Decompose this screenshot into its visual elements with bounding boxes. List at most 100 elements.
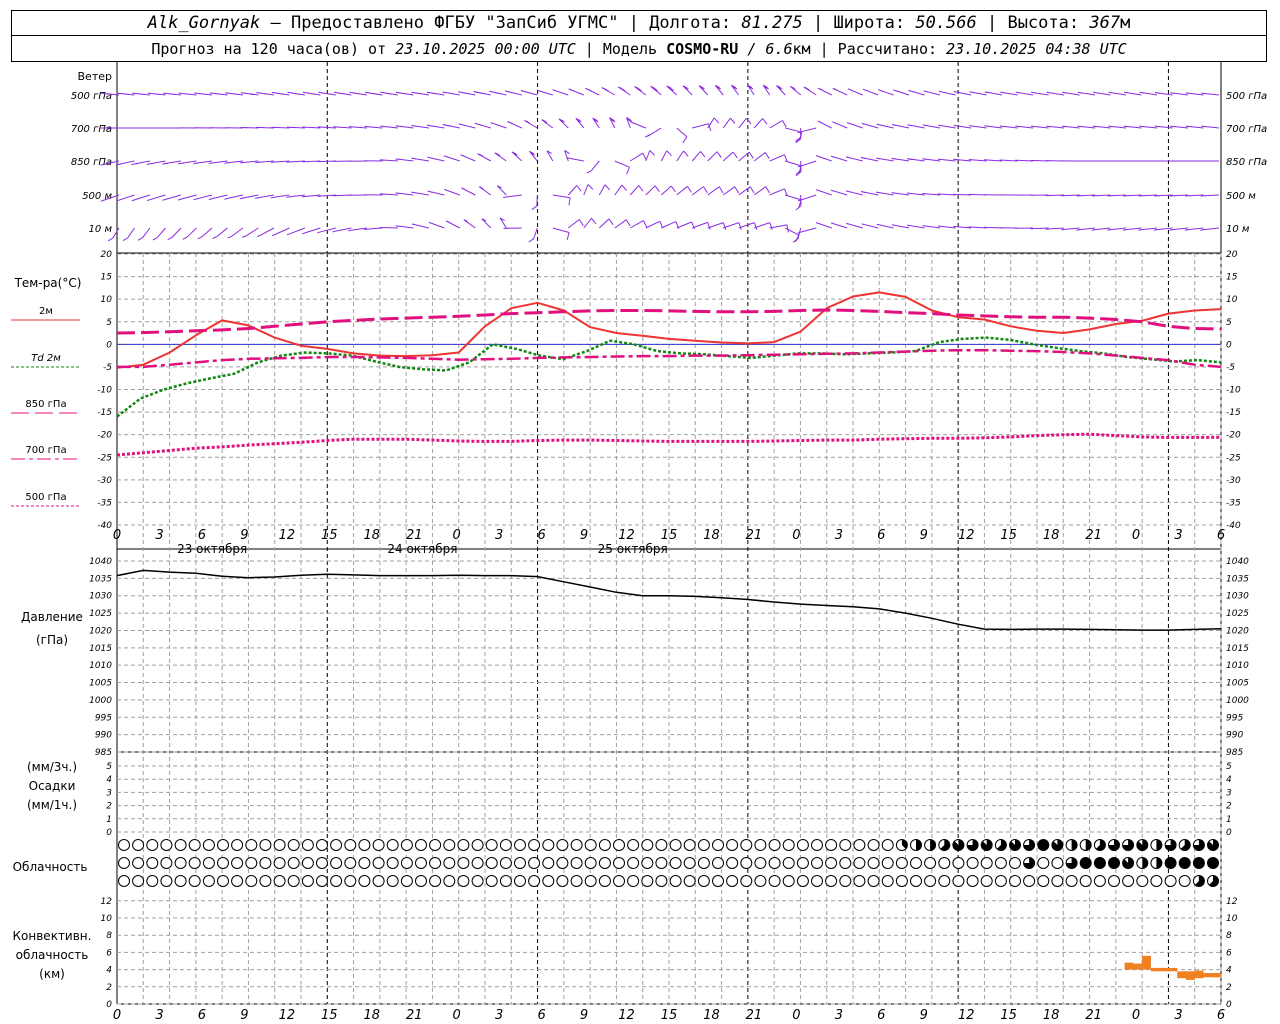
wind-barb — [1123, 91, 1142, 96]
cloud-cover-symbol — [867, 857, 880, 869]
wind-barb — [507, 121, 523, 129]
wind-barb — [242, 227, 259, 238]
conv-tick-label-right: 8 — [1226, 931, 1232, 941]
cloud-circle — [499, 875, 512, 887]
cloud-cover-symbol — [839, 857, 852, 869]
cloud-cover-symbol — [1150, 857, 1163, 869]
cloud-fill — [1037, 839, 1049, 851]
wind-barb — [302, 91, 321, 96]
temp-series-line — [116, 336, 1222, 418]
cloud-cover-symbol — [669, 857, 682, 869]
wind-barb — [629, 185, 644, 196]
wind-barb — [363, 160, 383, 162]
pressure-tick-label: 1025 — [89, 609, 112, 619]
cloud-circle — [613, 857, 625, 869]
wind-barb — [1108, 125, 1127, 129]
cloud-circle — [485, 857, 498, 869]
wind-barb — [815, 155, 832, 162]
cloud-circle — [570, 857, 583, 869]
cloud-circle — [966, 857, 979, 869]
wind-barb — [660, 185, 676, 196]
cloud-circle — [429, 857, 442, 869]
wind-barb — [411, 91, 429, 96]
cloud-cover-symbol — [881, 839, 894, 851]
wind-barb — [753, 186, 771, 196]
cloud-circle — [1023, 875, 1036, 887]
cloud-circle — [938, 857, 951, 869]
cloud-circle — [895, 857, 908, 869]
cloud-cover-symbol — [1150, 875, 1163, 887]
cloud-circle — [358, 839, 371, 851]
hour-tick-label: 3 — [495, 528, 503, 543]
cloud-cover-symbol — [443, 875, 456, 887]
cloud-circle — [952, 875, 965, 887]
wind-barb — [908, 89, 925, 96]
wind-barb — [617, 86, 631, 96]
cloud-circle — [1051, 875, 1064, 887]
hour-tick-label-bottom: 15 — [1000, 1008, 1017, 1023]
cloud-cover-symbol — [146, 857, 159, 869]
cloud-cover-symbol — [1023, 875, 1036, 887]
cloud-cover-symbol — [471, 839, 484, 851]
cloud-cover-symbol — [202, 839, 215, 851]
cloud-circle — [301, 875, 314, 887]
cloud-cover-symbol — [924, 857, 937, 869]
wind-barb — [707, 186, 724, 196]
cloud-fill — [1179, 857, 1191, 869]
cloud-cover-symbol — [895, 875, 908, 887]
hour-tick-label-bottom: 9 — [580, 1008, 588, 1023]
cloud-cover-symbol — [358, 875, 371, 887]
cloud-circle — [556, 857, 569, 869]
wind-barb — [769, 154, 788, 162]
cloud-cover-symbol — [1051, 839, 1064, 851]
cloud-cover-symbol — [287, 839, 300, 851]
cloud-cover-symbol — [1178, 839, 1191, 851]
cloud-cover-symbol — [1079, 839, 1092, 851]
cloud-circle — [867, 875, 880, 887]
wind-barb — [650, 85, 662, 96]
cloud-fill — [930, 839, 936, 851]
cloud-cover-symbol — [556, 875, 569, 887]
hour-tick-label-bottom: 3 — [1174, 1008, 1182, 1023]
wind-barb — [442, 91, 460, 96]
temp-tick-label-right: 10 — [1226, 295, 1238, 305]
cloud-cover-symbol — [839, 839, 852, 851]
wind-barb — [803, 86, 817, 96]
wind-barb — [891, 157, 910, 162]
cloud-cover-symbol — [980, 839, 993, 851]
wind-barb — [876, 191, 894, 196]
hour-tick-label-bottom: 15 — [661, 1008, 678, 1023]
wind-barb — [937, 158, 956, 162]
cloud-circle — [471, 839, 484, 851]
cloud-circle — [429, 839, 442, 851]
conv-cloud-bar — [1203, 973, 1221, 978]
cloud-circle — [301, 839, 314, 851]
wind-barb — [999, 125, 1018, 129]
wind-barb — [984, 125, 1003, 129]
wind-barb — [503, 227, 522, 230]
day-label: 23 октября — [177, 542, 247, 556]
cloud-circle — [796, 875, 809, 887]
wind-barb — [660, 150, 672, 162]
wind-barb — [567, 219, 584, 229]
cloud-circle — [542, 857, 555, 869]
cloud-circle — [301, 857, 314, 869]
cloud-circle — [146, 875, 159, 887]
cloud-cover-symbol — [132, 839, 145, 851]
temp-tick-label-right: -5 — [1226, 363, 1235, 373]
cloud-circle — [1108, 875, 1120, 887]
wind-barb — [1154, 125, 1173, 129]
wind-barb — [1201, 92, 1220, 96]
wind-barb — [645, 220, 664, 229]
wind-barb — [1185, 125, 1204, 129]
cloud-circle — [386, 839, 399, 851]
wind-barb — [461, 187, 476, 196]
cloud-circle — [726, 875, 739, 887]
cloud-circle — [358, 875, 371, 887]
wind-barb — [167, 227, 182, 241]
cloud-circle — [400, 857, 413, 869]
cloud-cover-symbol — [1093, 839, 1106, 851]
wind-barb — [922, 225, 941, 229]
wind-barb — [862, 88, 879, 96]
cloud-circle — [273, 857, 286, 869]
